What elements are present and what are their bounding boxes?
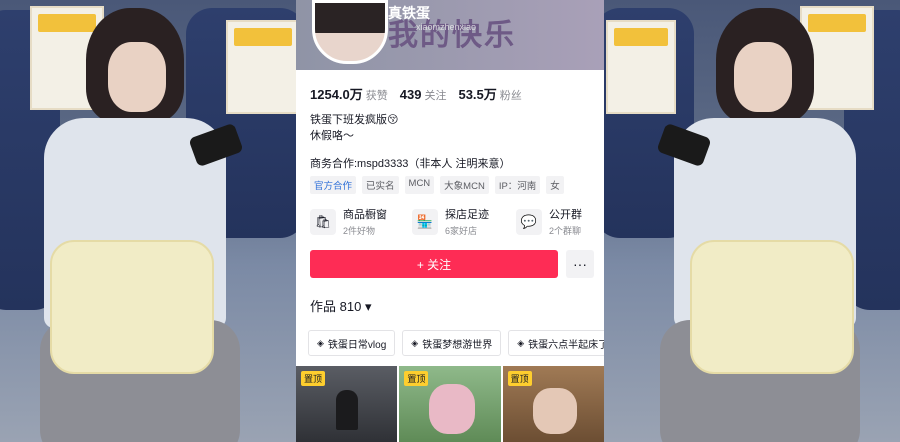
profile-screen: 我的快乐 真铁蛋 xiaomzhenxiao 1254.0万 获赞 439 关注 5… [296,0,604,442]
background-photo-right [604,0,900,442]
collection-chip[interactable]: ◈ 铁蛋梦想游世界 [402,330,502,356]
stat-following[interactable]: 439 关注 [400,86,447,104]
store-icon: 🏪 [412,208,438,235]
profile-stats: 1254.0万 获赞 439 关注 53.5万 粉丝 [310,84,522,104]
stack-icon: ◈ [411,337,419,348]
backpack [690,240,854,374]
seat-ad [606,20,676,114]
follow-button[interactable]: + 关注 [310,250,558,278]
works-label: 作品 [310,299,337,314]
shop-icon: 🛍 [310,208,336,235]
background-photo-left [0,0,296,442]
backpack [50,240,214,374]
avatar[interactable] [312,0,388,64]
pinned-badge: 置顶 [507,371,532,386]
video-thumbnail[interactable]: 置顶 [502,366,604,442]
caret-down-icon: ▾ [364,299,372,314]
douyin-id: xiaomzhenxiao [416,22,477,32]
stack-icon: ◈ [317,337,324,348]
chat-icon: 💬 [516,208,542,235]
tag-verified: 已实名 [362,176,399,194]
pinned-badge: 置顶 [301,371,326,386]
collections-row: ◈ 铁蛋日常vlog ◈ 铁蛋梦想游世界 ◈ 铁蛋六点半起床了 [308,330,604,356]
person-face [734,42,792,112]
service-group[interactable]: 💬 公开群 2个群聊 [516,206,582,237]
service-store[interactable]: 🏪 探店足迹 6家好店 [412,206,489,237]
profile-tags: 官方合作 已实名 MCN 大象MCN IP：河南 女 [310,176,564,194]
tag-ip: IP：河南 [494,176,541,194]
tag-mcn: MCN [404,176,435,194]
pinned-badge: 置顶 [404,371,429,386]
seat-ad [226,20,296,114]
bio: 铁蛋下班发疯版😚 休假咯～ [310,112,398,144]
video-thumbnail[interactable]: 置顶 [296,366,398,442]
works-header[interactable]: 作品 810 ▾ [310,296,372,315]
collection-chip[interactable]: ◈ 铁蛋六点半起床了 [508,330,604,356]
bio-line: 铁蛋下班发疯版😚 [310,114,399,126]
collection-chip[interactable]: ◈ 铁蛋日常vlog [308,330,396,356]
bio-line: 休假咯～ [310,130,354,142]
video-thumbnail[interactable]: 置顶 [399,366,501,442]
stat-followers[interactable]: 53.5万 粉丝 [458,84,521,104]
stack-icon: ◈ [517,337,525,348]
video-grid: 置顶 置顶 置顶 [296,366,604,442]
tag-official[interactable]: 官方合作 [310,176,357,194]
service-shop[interactable]: 🛍 商品橱窗 2件好物 [310,206,387,237]
stat-likes: 1254.0万 获赞 [310,87,388,102]
works-count: 810 [339,299,362,314]
person-face [108,42,166,112]
business-contact: 商务合作:mspd3333（非本人 注明来意） [310,158,511,170]
nickname: 真铁蛋 [388,5,430,21]
more-button[interactable]: ··· [566,250,594,278]
tag-mcn-name: 大象MCN [440,176,489,194]
tag-gender: 女 [546,176,564,194]
